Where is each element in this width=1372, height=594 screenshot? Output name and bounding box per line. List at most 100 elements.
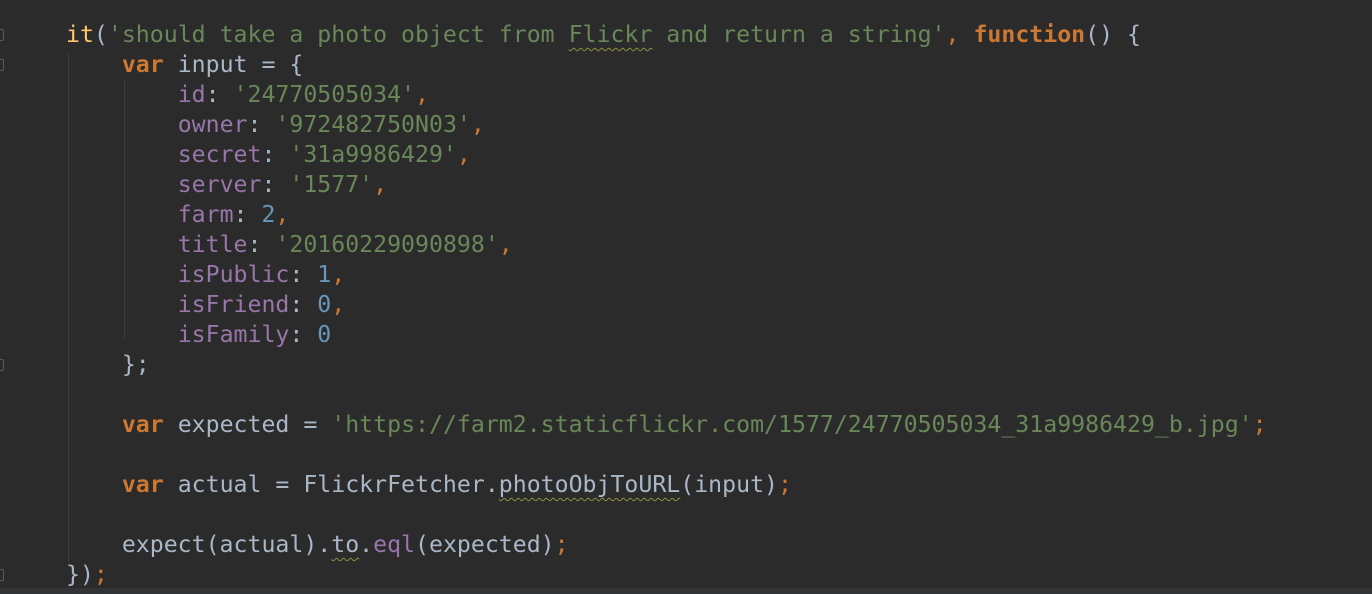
code-token: var <box>121 51 164 78</box>
code-line[interactable]: isFriend: 0, <box>66 290 1267 320</box>
fold-icon[interactable] <box>0 59 4 71</box>
code-token: ; <box>554 531 569 558</box>
code-token: 1 <box>317 261 332 288</box>
code-token: to <box>331 531 360 558</box>
code-line[interactable]: var expected = 'https://farm2.staticflic… <box>66 410 1267 440</box>
code-token: : <box>289 321 318 348</box>
code-token: : <box>261 171 290 198</box>
code-token: input = { <box>163 51 304 78</box>
horizontal-scrollbar[interactable] <box>0 588 1372 594</box>
code-editor[interactable]: it('should take a photo object from Flic… <box>0 0 1372 588</box>
code-token: : <box>233 201 262 228</box>
code-line[interactable]: var actual = FlickrFetcher.photoObjToURL… <box>66 470 1267 500</box>
gutter <box>0 0 14 588</box>
code-token: : <box>247 111 276 138</box>
code-token: , <box>498 231 513 258</box>
code-token: var <box>121 411 164 438</box>
code-line[interactable]: }; <box>66 350 1267 380</box>
code-token: ; <box>1252 411 1267 438</box>
code-token: photoObjToURL <box>498 471 681 498</box>
code-token: ; <box>778 471 792 498</box>
code-token: isPublic <box>177 261 290 288</box>
code-token: server <box>177 171 262 198</box>
code-token: 'https://farm2.staticflickr.com/1577/247… <box>331 411 1253 438</box>
code-token: 0 <box>317 291 332 318</box>
code-token: : <box>247 231 276 258</box>
code-token: 2 <box>261 201 276 228</box>
code-token: farm <box>177 201 234 228</box>
code-token: it <box>66 21 94 48</box>
code-token: title <box>177 231 248 258</box>
code-line[interactable]: expect(actual).to.eql(expected); <box>66 530 1267 560</box>
code-token: '972482750N03' <box>275 111 471 138</box>
code-token: , <box>331 261 346 288</box>
code-line[interactable]: secret: '31a9986429', <box>66 140 1267 170</box>
code-line[interactable]: farm: 2, <box>66 200 1267 230</box>
code-line[interactable]: }); <box>66 560 1267 590</box>
code-token: , <box>456 141 471 168</box>
code-token: 0 <box>317 321 332 348</box>
code-token: and return a string' <box>652 21 946 48</box>
code-token: Flickr <box>568 21 653 48</box>
code-token: var <box>121 471 164 498</box>
code-token: : <box>261 141 290 168</box>
code-token: }) <box>66 561 94 588</box>
code-area[interactable]: it('should take a photo object from Flic… <box>66 20 1267 590</box>
code-token: , <box>331 291 346 318</box>
code-token: id <box>177 81 206 108</box>
code-token: function <box>973 21 1086 48</box>
code-token: expect(actual). <box>66 531 332 558</box>
code-token: , <box>945 21 974 48</box>
code-token: expected = <box>163 411 332 438</box>
code-token: , <box>470 111 485 138</box>
code-line[interactable]: it('should take a photo object from Flic… <box>66 20 1267 50</box>
code-token: '31a9986429' <box>289 141 457 168</box>
code-token: ( <box>93 21 108 48</box>
fold-icon[interactable] <box>0 29 4 41</box>
code-line[interactable]: isPublic: 1, <box>66 260 1267 290</box>
code-token: (expected) <box>415 531 555 558</box>
code-token: : <box>205 81 234 108</box>
code-token: secret <box>177 141 262 168</box>
code-line[interactable]: var input = { <box>66 50 1267 80</box>
code-token: : <box>289 261 318 288</box>
code-token: actual = FlickrFetcher. <box>163 471 499 498</box>
code-token: ; <box>93 561 108 588</box>
code-token: isFamily <box>177 321 290 348</box>
code-token: , <box>373 171 388 198</box>
fold-icon[interactable] <box>0 569 4 581</box>
code-token: isFriend <box>177 291 290 318</box>
code-token: owner <box>177 111 248 138</box>
code-token: , <box>415 81 429 108</box>
fold-icon[interactable] <box>0 359 4 371</box>
code-token: : <box>289 291 318 318</box>
code-line[interactable] <box>66 380 1267 410</box>
code-line[interactable]: isFamily: 0 <box>66 320 1267 350</box>
code-line[interactable]: title: '20160229090898', <box>66 230 1267 260</box>
code-token: () { <box>1085 21 1141 48</box>
code-token: '1577' <box>289 171 374 198</box>
code-token: , <box>275 201 290 228</box>
code-line[interactable]: id: '24770505034', <box>66 80 1267 110</box>
code-line[interactable] <box>66 440 1267 470</box>
code-line[interactable]: server: '1577', <box>66 170 1267 200</box>
code-token: }; <box>66 351 150 378</box>
code-token: (input) <box>680 471 778 498</box>
code-line[interactable]: owner: '972482750N03', <box>66 110 1267 140</box>
code-token: '20160229090898' <box>275 231 499 258</box>
code-token: eql <box>373 531 416 558</box>
code-token: 'should take a photo object from <box>107 21 569 48</box>
code-line[interactable] <box>66 500 1267 530</box>
code-token: '24770505034' <box>233 81 416 108</box>
